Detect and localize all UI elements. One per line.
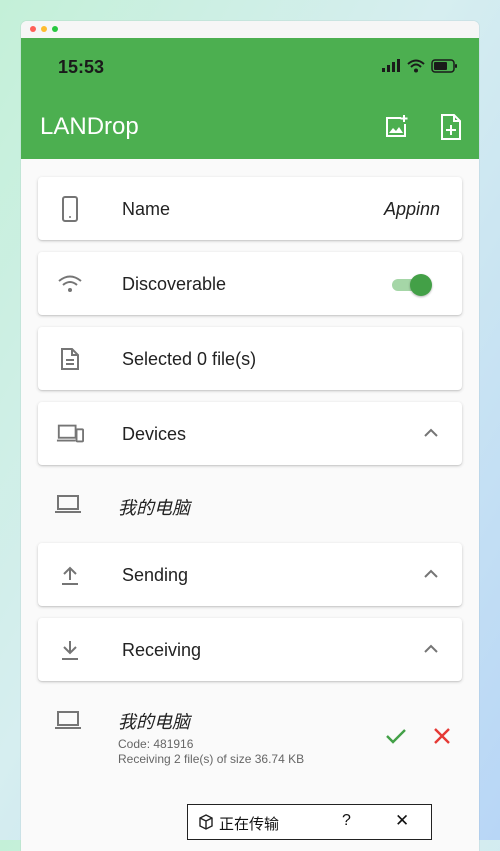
name-card[interactable]: Name Appinn bbox=[38, 177, 462, 240]
send-image-button[interactable] bbox=[382, 113, 410, 141]
status-icons bbox=[381, 59, 459, 73]
window-minimize-button[interactable] bbox=[41, 26, 47, 32]
receiving-label: Receiving bbox=[122, 640, 202, 660]
accept-button[interactable] bbox=[383, 723, 409, 749]
phone-icon bbox=[56, 195, 84, 223]
reject-button[interactable] bbox=[429, 723, 455, 749]
close-icon bbox=[434, 728, 450, 744]
wifi-status-icon bbox=[407, 59, 425, 73]
chevron-up-icon bbox=[424, 569, 438, 578]
package-icon bbox=[199, 814, 213, 830]
upload-icon bbox=[56, 561, 84, 589]
add-photo-icon bbox=[386, 115, 408, 137]
app-title: LANDrop bbox=[40, 113, 139, 140]
selected-files-label: Selected 0 file(s) bbox=[122, 349, 257, 369]
window-maximize-button[interactable] bbox=[52, 26, 58, 32]
transfer-list-item: 我的电脑 Code: 481916 Receiving 2 file(s) of… bbox=[38, 701, 462, 781]
transfer-detail: Receiving 2 file(s) of size 36.74 KB bbox=[118, 752, 305, 766]
devices-icon bbox=[56, 420, 84, 448]
status-time: 15:53 bbox=[58, 57, 105, 77]
check-icon bbox=[386, 729, 406, 744]
selected-files-card[interactable]: Selected 0 file(s) bbox=[38, 327, 462, 390]
name-label: Name bbox=[122, 199, 171, 219]
sending-label: Sending bbox=[122, 565, 189, 585]
chevron-up-icon bbox=[424, 644, 438, 653]
signal-icon bbox=[382, 59, 400, 72]
window-titlebar bbox=[21, 21, 479, 38]
add-file-icon bbox=[441, 114, 461, 140]
app-window: 15:53 LANDrop Name Appinn Discoverable S… bbox=[21, 21, 479, 851]
battery-icon bbox=[431, 59, 457, 73]
receiving-section-header[interactable]: Receiving bbox=[38, 618, 462, 681]
device-name-value: Appinn bbox=[383, 199, 440, 219]
discoverable-label: Discoverable bbox=[122, 274, 227, 294]
laptop-icon bbox=[52, 708, 84, 732]
devices-label: Devices bbox=[122, 424, 187, 444]
discoverable-toggle[interactable] bbox=[390, 273, 432, 296]
sending-section-header[interactable]: Sending bbox=[38, 543, 462, 606]
wifi-icon bbox=[56, 270, 84, 298]
notification-text: 正在传输 bbox=[219, 816, 280, 833]
device-list-item[interactable]: 我的电脑 bbox=[38, 489, 462, 529]
toggle-thumb bbox=[410, 274, 432, 296]
window-close-button[interactable] bbox=[30, 26, 36, 32]
transfer-notification: 正在传输 ? ✕ bbox=[187, 804, 432, 840]
transfer-code: Code: 481916 bbox=[118, 737, 194, 751]
laptop-icon bbox=[52, 492, 84, 516]
notification-close-button[interactable]: ✕ bbox=[395, 811, 409, 831]
help-button[interactable]: ? bbox=[342, 812, 351, 830]
document-icon bbox=[56, 345, 84, 373]
devices-section-header[interactable]: Devices bbox=[38, 402, 462, 465]
download-icon bbox=[56, 636, 84, 664]
send-file-button[interactable] bbox=[437, 113, 465, 141]
app-bar: 15:53 LANDrop bbox=[21, 38, 479, 159]
chevron-up-icon bbox=[424, 428, 438, 437]
transfer-device-name: 我的电脑 bbox=[118, 712, 190, 732]
device-item-name: 我的电脑 bbox=[118, 498, 190, 518]
discoverable-card: Discoverable bbox=[38, 252, 462, 315]
